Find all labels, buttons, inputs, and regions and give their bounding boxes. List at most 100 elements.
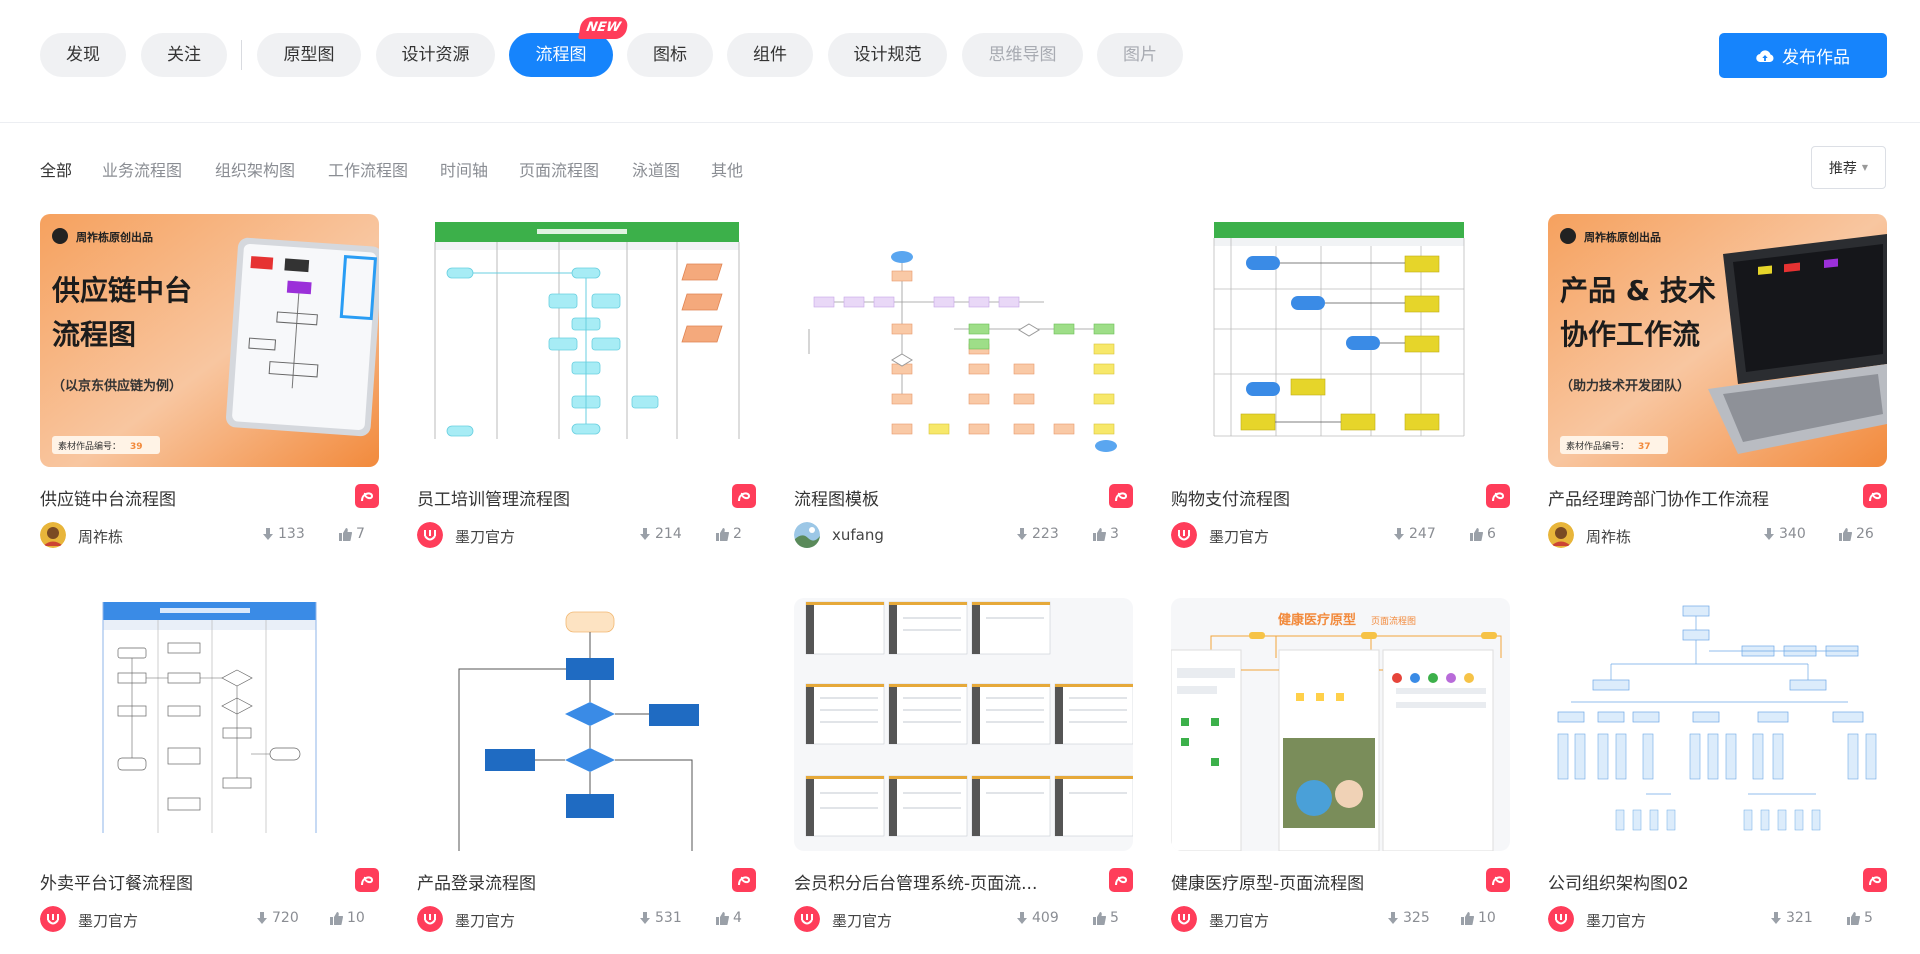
- card-thumbnail[interactable]: 健康医疗原型 页面流程图: [1171, 598, 1510, 851]
- work-card[interactable]: 会员积分后台管理系统-页面流... 墨刀官方 409 5: [794, 598, 1133, 932]
- like-count[interactable]: 5: [1847, 910, 1873, 926]
- card-title[interactable]: 会员积分后台管理系统-页面流...: [794, 869, 1037, 894]
- card-title[interactable]: 员工培训管理流程图: [417, 485, 570, 510]
- card-thumbnail[interactable]: [417, 214, 756, 467]
- nav-pill-components[interactable]: 组件: [727, 33, 813, 77]
- nav-pill-discover[interactable]: 发现: [40, 33, 126, 77]
- filter-other[interactable]: 其他: [711, 157, 743, 181]
- like-count[interactable]: 5: [1093, 910, 1119, 926]
- author-name[interactable]: 墨刀官方: [1586, 910, 1646, 931]
- thumbs-up-icon: [339, 527, 352, 541]
- category-filters: 全部 业务流程图 组织架构图 工作流程图 时间轴 页面流程图 泳道图 其他: [0, 157, 1920, 181]
- publish-label: 发布作品: [1782, 48, 1850, 68]
- like-count[interactable]: 2: [716, 526, 742, 542]
- nav-pill-flowchart[interactable]: 流程图: [509, 33, 613, 77]
- publish-button[interactable]: 发布作品: [1719, 33, 1887, 78]
- card-title[interactable]: 外卖平台订餐流程图: [40, 869, 193, 894]
- like-count[interactable]: 4: [716, 910, 742, 926]
- download-icon: [640, 527, 650, 540]
- nav-pill-icons[interactable]: 图标: [627, 33, 713, 77]
- nav-pill-design-resources[interactable]: 设计资源: [376, 33, 495, 77]
- filter-page-flow[interactable]: 页面流程图: [519, 157, 599, 181]
- avatar[interactable]: [1548, 906, 1574, 932]
- card-meta: 墨刀官方 214 2: [417, 522, 756, 548]
- nav-pill-following[interactable]: 关注: [141, 33, 227, 77]
- like-count[interactable]: 10: [1461, 910, 1496, 926]
- card-title[interactable]: 健康医疗原型-页面流程图: [1171, 869, 1364, 894]
- avatar[interactable]: [40, 522, 66, 548]
- work-card[interactable]: 购物支付流程图 墨刀官方 247 6: [1171, 214, 1510, 548]
- filter-work-flow[interactable]: 工作流程图: [328, 157, 408, 181]
- like-count[interactable]: 3: [1093, 526, 1119, 542]
- avatar[interactable]: [1171, 522, 1197, 548]
- like-count[interactable]: 7: [339, 526, 365, 542]
- avatar[interactable]: [794, 906, 820, 932]
- card-thumbnail[interactable]: [1171, 214, 1510, 467]
- filter-timeline[interactable]: 时间轴: [440, 157, 488, 181]
- like-count[interactable]: 6: [1470, 526, 1496, 542]
- author-name[interactable]: 墨刀官方: [1209, 910, 1269, 931]
- author-name[interactable]: 周祚栋: [78, 526, 123, 547]
- card-title[interactable]: 产品登录流程图: [417, 869, 536, 894]
- thumb-brand-text: 周祚栋原创出品: [1584, 230, 1661, 244]
- card-thumbnail[interactable]: [794, 598, 1133, 851]
- avatar[interactable]: [1548, 522, 1574, 548]
- thumb-headline-1: 产品 & 技术: [1560, 274, 1716, 307]
- card-thumbnail[interactable]: [40, 598, 379, 851]
- work-card[interactable]: 公司组织架构图02 墨刀官方 321 5: [1548, 598, 1887, 932]
- work-card[interactable]: 流程图模板 xufang 223 3: [794, 214, 1133, 548]
- thumbs-up-icon: [1461, 911, 1474, 925]
- author-name[interactable]: 墨刀官方: [455, 910, 515, 931]
- filter-org-chart[interactable]: 组织架构图: [215, 157, 295, 181]
- card-meta: 墨刀官方 409 5: [794, 906, 1133, 932]
- nav-pill-design-spec[interactable]: 设计规范: [828, 33, 947, 77]
- like-count[interactable]: 10: [330, 910, 365, 926]
- avatar[interactable]: [1171, 906, 1197, 932]
- card-title[interactable]: 购物支付流程图: [1171, 485, 1290, 510]
- nav-pill-images[interactable]: 图片: [1097, 33, 1183, 77]
- sort-dropdown[interactable]: 推荐 ▼: [1811, 146, 1886, 189]
- work-card[interactable]: 周祚栋原创出品 产品 & 技术 协作工作流 （助力技术开发团队） 素材作品编号：…: [1548, 214, 1887, 548]
- card-title[interactable]: 流程图模板: [794, 485, 879, 510]
- nav-pill-mindmap[interactable]: 思维导图: [962, 33, 1083, 77]
- card-thumbnail[interactable]: [1548, 598, 1887, 851]
- sort-caret-icon: ▼: [1861, 163, 1869, 172]
- modao-brand-icon: [355, 484, 379, 508]
- top-navigation: 发现 关注 原型图 设计资源 流程图 NEW 图标 组件 设计规范 思维导图 图…: [0, 0, 1920, 123]
- author-name[interactable]: xufang: [832, 526, 884, 544]
- thumbs-up-icon: [330, 911, 343, 925]
- upload-cloud-icon: [1756, 49, 1774, 62]
- download-count: 247: [1393, 526, 1436, 542]
- card-meta: 墨刀官方 531 4: [417, 906, 756, 932]
- card-thumbnail[interactable]: 周祚栋原创出品 产品 & 技术 协作工作流 （助力技术开发团队） 素材作品编号：…: [1548, 214, 1887, 467]
- author-name[interactable]: 墨刀官方: [832, 910, 892, 931]
- filter-all[interactable]: 全部: [40, 157, 72, 181]
- card-thumbnail[interactable]: [417, 598, 756, 851]
- work-card[interactable]: 健康医疗原型 页面流程图 健康医疗原型-页面流程图 墨刀官方 325 10: [1171, 598, 1510, 932]
- author-name[interactable]: 墨刀官方: [1209, 526, 1269, 547]
- author-name[interactable]: 墨刀官方: [78, 910, 138, 931]
- filter-business-flow[interactable]: 业务流程图: [102, 157, 182, 181]
- card-thumbnail[interactable]: [794, 214, 1133, 467]
- avatar[interactable]: [40, 906, 66, 932]
- like-count[interactable]: 26: [1839, 526, 1874, 542]
- author-name[interactable]: 墨刀官方: [455, 526, 515, 547]
- filter-swimlane[interactable]: 泳道图: [632, 157, 680, 181]
- avatar[interactable]: [417, 906, 443, 932]
- work-card[interactable]: 周祚栋原创出品 供应链中台 流程图 （以京东供应链为例） 素材作品编号： 39 …: [40, 214, 379, 548]
- avatar[interactable]: [794, 522, 820, 548]
- card-thumbnail[interactable]: 周祚栋原创出品 供应链中台 流程图 （以京东供应链为例） 素材作品编号： 39: [40, 214, 379, 467]
- work-card[interactable]: 员工培训管理流程图 墨刀官方 214 2: [417, 214, 756, 548]
- nav-pill-prototype[interactable]: 原型图: [257, 33, 361, 77]
- card-title[interactable]: 供应链中台流程图: [40, 485, 176, 510]
- download-count: 214: [639, 526, 682, 542]
- author-name[interactable]: 周祚栋: [1586, 526, 1631, 547]
- card-title[interactable]: 公司组织架构图02: [1548, 869, 1689, 894]
- card-title[interactable]: 产品经理跨部门协作工作流程: [1548, 485, 1769, 510]
- download-icon: [640, 911, 650, 924]
- work-card[interactable]: 产品登录流程图 墨刀官方 531 4: [417, 598, 756, 932]
- avatar[interactable]: [417, 522, 443, 548]
- work-card[interactable]: 外卖平台订餐流程图 墨刀官方 720 10: [40, 598, 379, 932]
- card-meta: xufang 223 3: [794, 522, 1133, 548]
- modao-brand-icon: [1109, 868, 1133, 892]
